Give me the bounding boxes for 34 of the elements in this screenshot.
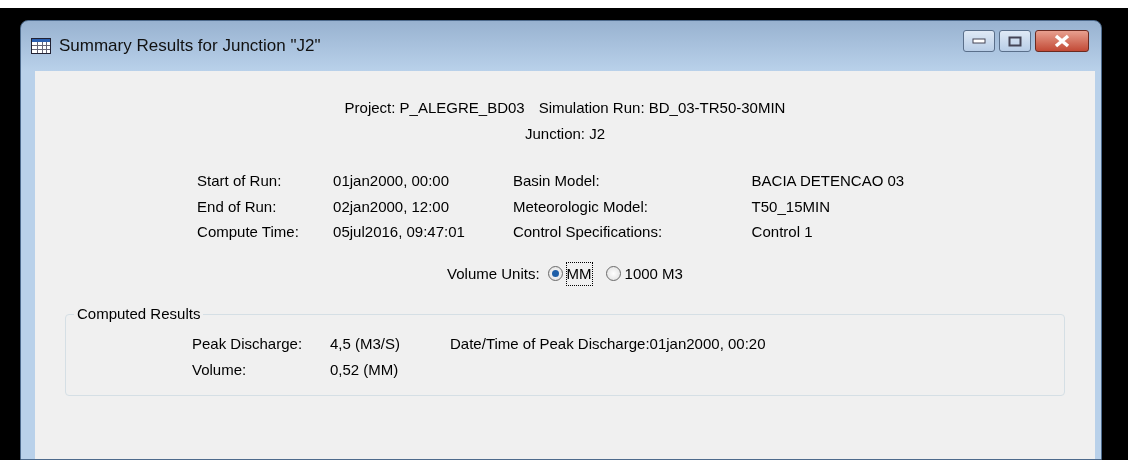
field-label: Volume Units: — [447, 263, 540, 284]
field-value: BACIA DETENCAO 03 — [751, 171, 906, 191]
minimize-icon — [972, 38, 986, 44]
field-value: 02jan2000, 12:00 — [333, 196, 451, 217]
field-label: Date/Time of Peak Discharge: — [450, 334, 650, 354]
maximize-button[interactable] — [999, 30, 1031, 52]
radio-label[interactable]: 1000 M3 — [624, 262, 683, 285]
window-title: Summary Results for Junction "J2" — [59, 35, 321, 58]
close-button[interactable] — [1035, 30, 1089, 52]
field-value: 4,5 (M3/S) — [330, 334, 401, 354]
field-label: Control Specifications: — [512, 222, 664, 242]
field-label: Basin Model: — [512, 171, 601, 191]
field-label: Start of Run: — [197, 171, 283, 191]
field-value: 05jul2016, 09:47:01 — [333, 222, 465, 242]
radio-button[interactable] — [605, 266, 621, 282]
header-text: Simulation Run: BD_03-TR50-30MIN — [538, 98, 786, 118]
field-value: 01jan2000, 00:20 — [649, 334, 766, 354]
radio-label[interactable]: MM — [566, 262, 592, 285]
radio-button[interactable] — [547, 266, 563, 282]
field-value: T50_15MIN — [751, 196, 831, 217]
field-value: Control 1 — [751, 222, 814, 242]
header-text: Junction: J2 — [524, 123, 605, 144]
field-label: Volume: — [192, 359, 248, 380]
field-label: Compute Time: — [197, 222, 300, 242]
table-icon — [31, 38, 51, 54]
field-value: 0,52 (MM) — [330, 359, 400, 380]
close-icon — [1053, 34, 1071, 48]
field-label: Meteorologic Model: — [512, 196, 649, 217]
header-text: Project: P_ALEGRE_BD03 — [344, 98, 525, 118]
field-label: End of Run: — [197, 196, 278, 217]
field-label: Peak Discharge: — [192, 334, 304, 354]
field-value: 01jan2000, 00:00 — [333, 171, 451, 191]
maximize-icon — [1008, 35, 1022, 47]
minimize-button[interactable] — [963, 30, 995, 52]
